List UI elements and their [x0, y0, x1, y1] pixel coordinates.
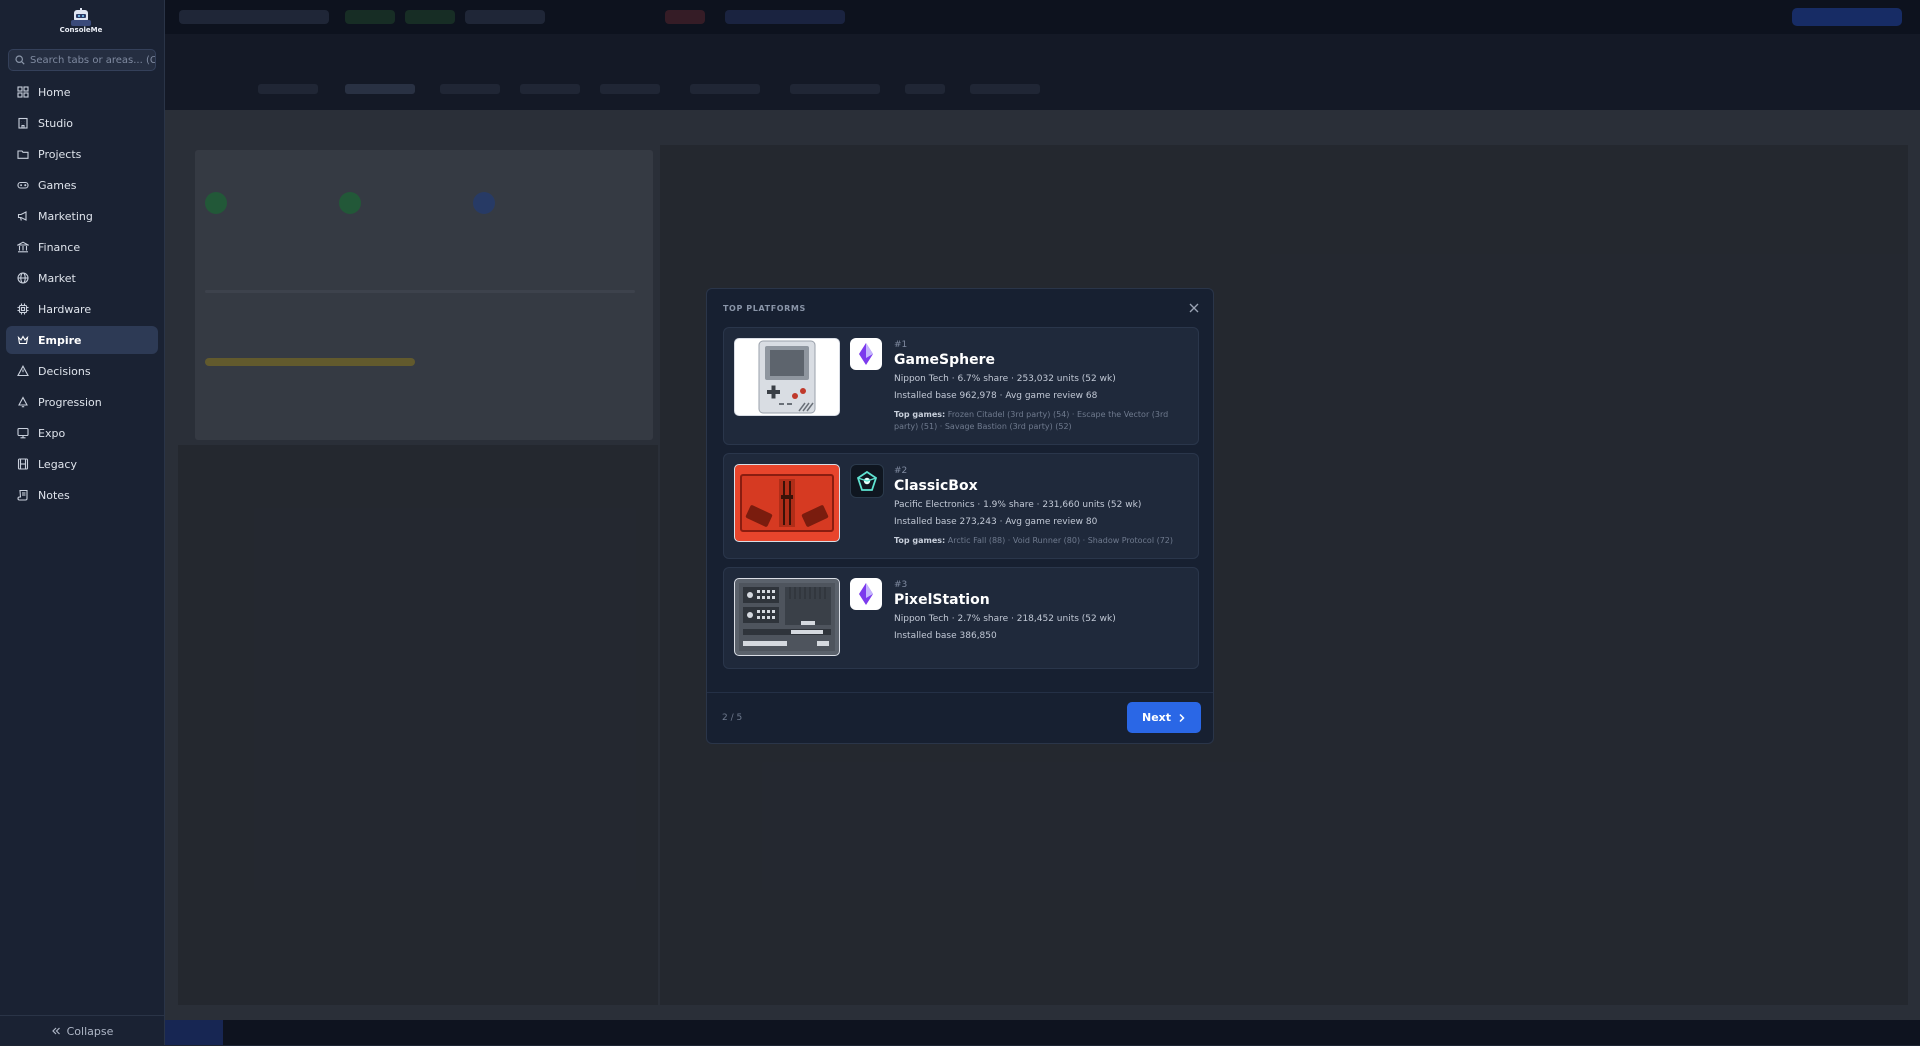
grid-icon — [17, 86, 29, 98]
top-games-label: Top games: — [894, 410, 946, 419]
platform-name: ClassicBox — [894, 478, 978, 494]
sidebar: ConsoleMe Search tabs or areas... (Ctrl+… — [0, 0, 165, 1045]
platform-top-games: Top games: Arctic Fall (88) · Void Runne… — [894, 535, 1194, 547]
sidebar-item-finance[interactable]: Finance — [6, 233, 158, 261]
top-games-list: Arctic Fall (88) · Void Runner (80) · Sh… — [947, 536, 1174, 545]
sidebar-item-expo[interactable]: Expo — [6, 419, 158, 447]
sidebar-nav: Home Studio Projects Games Marketing Fin… — [6, 78, 158, 512]
warning-icon — [17, 365, 29, 377]
sidebar-item-label: Marketing — [38, 209, 93, 223]
sidebar-item-label: Games — [38, 178, 77, 192]
sidebar-item-label: Progression — [38, 395, 102, 409]
chevrons-left-icon — [51, 1027, 60, 1035]
folder-icon — [17, 150, 29, 159]
platform-card-2[interactable]: #2 ClassicBox Pacific Electronics · 1.9%… — [723, 453, 1199, 559]
platform-stats: Nippon Tech · 2.7% share · 218,452 units… — [894, 614, 1116, 624]
app-logo[interactable]: ConsoleMe — [58, 8, 104, 36]
platform-rank: #2 — [894, 466, 908, 476]
logo-text: ConsoleMe — [59, 26, 103, 34]
search-input[interactable]: Search tabs or areas... (Ctrl+K) — [8, 49, 156, 71]
chevron-right-icon — [1179, 713, 1185, 722]
sidebar-item-progression[interactable]: Progression — [6, 388, 158, 416]
pager-indicator: 2 / 5 — [722, 713, 743, 723]
next-button-label: Next — [1141, 711, 1172, 724]
platform-card-1[interactable]: #1 GameSphere Nippon Tech · 6.7% share ·… — [723, 327, 1199, 445]
sidebar-item-label: Studio — [38, 116, 74, 130]
megaphone-icon — [17, 211, 27, 221]
film-icon — [17, 458, 29, 470]
platform-image-console — [734, 464, 840, 542]
top-platforms-modal: TOP PLATFORMS #1 GameSphere Nippon Tech … — [706, 288, 1214, 744]
scroll-icon — [17, 489, 28, 501]
sidebar-item-label: Projects — [38, 147, 82, 161]
sidebar-item-label: Expo — [38, 426, 66, 440]
modal-title: TOP PLATFORMS — [723, 304, 806, 313]
sidebar-item-label: Hardware — [38, 302, 92, 316]
modal-footer-divider — [707, 692, 1213, 693]
platform-top-games: Top games: Frozen Citadel (3rd party) (5… — [894, 409, 1194, 433]
platform-rank: #1 — [894, 340, 908, 350]
sidebar-item-empire[interactable]: Empire — [6, 326, 158, 354]
top-games-label: Top games: — [894, 536, 946, 545]
platform-stats: Nippon Tech · 6.7% share · 253,032 units… — [894, 374, 1116, 384]
crown-icon — [17, 335, 29, 345]
platform-installed-base: Installed base 386,850 — [894, 631, 997, 641]
sidebar-item-marketing[interactable]: Marketing — [6, 202, 158, 230]
handheld-console-icon — [758, 340, 816, 414]
classic-console-icon — [740, 474, 834, 532]
sidebar-item-hardware[interactable]: Hardware — [6, 295, 158, 323]
platform-image-handheld — [734, 338, 840, 416]
gamepad-icon — [17, 181, 29, 189]
building-icon — [18, 117, 28, 129]
platform-name: PixelStation — [894, 592, 990, 608]
platform-stats: Pacific Electronics · 1.9% share · 231,6… — [894, 500, 1142, 510]
platform-card-3[interactable]: #3 PixelStation Nippon Tech · 2.7% share… — [723, 567, 1199, 669]
nippon-tech-logo-icon — [850, 338, 882, 370]
monitor-icon — [17, 427, 29, 439]
collapse-label: Collapse — [66, 1024, 114, 1038]
sidebar-item-label: Legacy — [38, 457, 77, 471]
sidebar-item-home[interactable]: Home — [6, 78, 158, 106]
pacific-electronics-logo-icon — [850, 464, 884, 498]
platform-installed-base: Installed base 273,243 · Avg game review… — [894, 517, 1098, 527]
bell-icon — [18, 396, 28, 408]
search-icon — [15, 55, 25, 65]
platform-rank: #3 — [894, 580, 908, 590]
sidebar-item-games[interactable]: Games — [6, 171, 158, 199]
sidebar-item-label: Market — [38, 271, 76, 285]
pixel-station-icon — [739, 583, 835, 651]
sidebar-item-notes[interactable]: Notes — [6, 481, 158, 509]
next-button[interactable]: Next — [1127, 702, 1201, 733]
close-icon[interactable] — [1187, 301, 1201, 315]
sidebar-item-label: Finance — [38, 240, 81, 254]
bank-icon — [17, 241, 29, 253]
sidebar-item-decisions[interactable]: Decisions — [6, 357, 158, 385]
sidebar-item-market[interactable]: Market — [6, 264, 158, 292]
sidebar-item-projects[interactable]: Projects — [6, 140, 158, 168]
robot-logo-icon — [71, 8, 91, 26]
nippon-tech-logo-icon — [850, 578, 882, 610]
sidebar-item-studio[interactable]: Studio — [6, 109, 158, 137]
sidebar-item-label: Decisions — [38, 364, 91, 378]
globe-icon — [17, 272, 29, 284]
chip-icon — [17, 303, 29, 315]
sidebar-item-label: Notes — [38, 488, 70, 502]
search-placeholder: Search tabs or areas... (Ctrl+K) — [30, 54, 155, 66]
platform-installed-base: Installed base 962,978 · Avg game review… — [894, 391, 1098, 401]
sidebar-item-label: Home — [38, 85, 71, 99]
platform-name: GameSphere — [894, 352, 995, 368]
sidebar-item-legacy[interactable]: Legacy — [6, 450, 158, 478]
collapse-button[interactable]: Collapse — [0, 1015, 164, 1046]
platform-image-station — [734, 578, 840, 656]
sidebar-item-label: Empire — [38, 333, 82, 347]
